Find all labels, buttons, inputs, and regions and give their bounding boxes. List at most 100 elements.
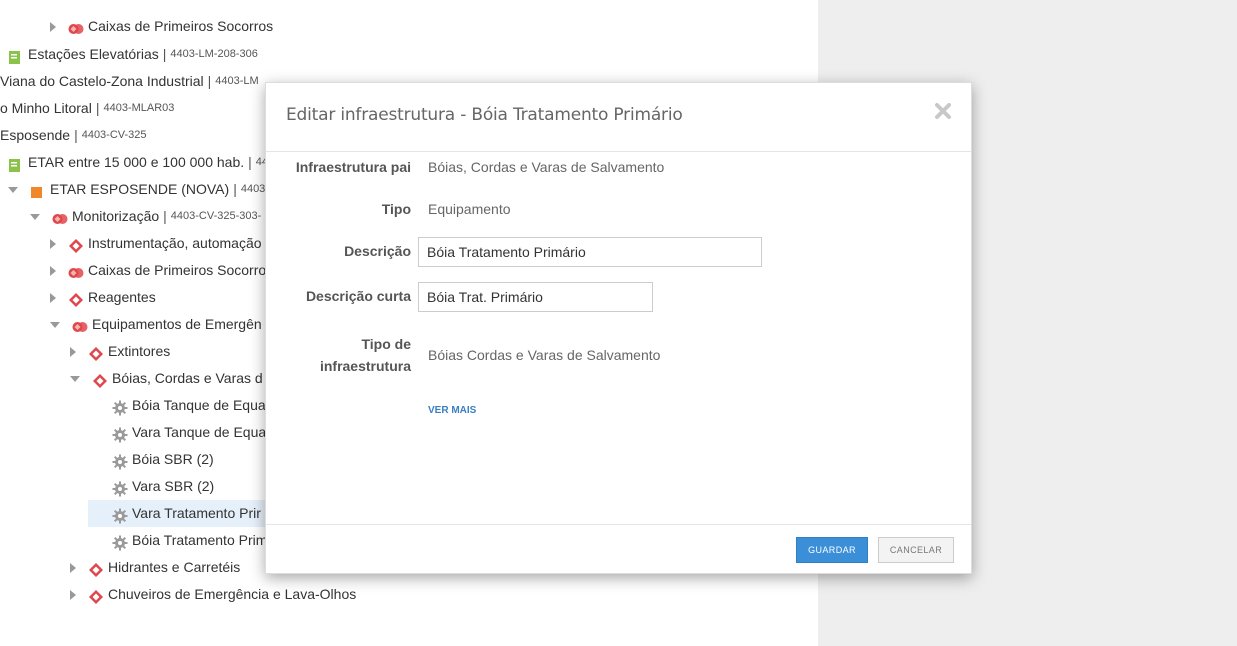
- parent-value: Bóias, Cordas e Varas de Salvamento: [428, 159, 665, 175]
- gear-icon: [112, 398, 128, 415]
- short-description-input[interactable]: [418, 282, 653, 312]
- caret-right-icon[interactable]: [50, 265, 56, 276]
- tree-row[interactable]: Bóia SBR (2): [112, 446, 214, 473]
- tree-row[interactable]: Vara Tanque de Equa: [112, 419, 266, 446]
- tree-row-label: Esposende: [0, 127, 71, 143]
- caret-down-icon[interactable]: [70, 375, 80, 382]
- tree-row-label: ETAR entre 15 000 e 100 000 hab.: [28, 154, 245, 170]
- tree-row[interactable]: Instrumentação, automação: [50, 230, 262, 257]
- type-value: Equipamento: [428, 201, 511, 217]
- facility-orange-icon: [30, 182, 46, 198]
- tree-row-label: ETAR ESPOSENDE (NOVA): [50, 181, 230, 197]
- gear-icon: [112, 506, 128, 523]
- tree-row-label: Reagentes: [88, 289, 156, 305]
- tree-row-code: 4403-MLAR03: [103, 102, 175, 114]
- dialog-footer: GUARDAR CANCELAR: [266, 524, 971, 573]
- tree-row-code: 4403-LM-208-306: [170, 48, 258, 60]
- equipment-group-icon: [68, 263, 84, 279]
- gear-icon: [112, 425, 128, 442]
- tree-row[interactable]: Caixas de Primeiros Socorro: [50, 257, 266, 284]
- tree-row-label: Caixas de Primeiros Socorros: [88, 18, 274, 34]
- tree-row[interactable]: Viana do Castelo-Zona Industrial | 4403-LM: [0, 68, 259, 95]
- infra-type-value: Bóias Cordas e Varas de Salvamento: [428, 347, 661, 363]
- description-label: Descrição: [344, 243, 411, 259]
- gear-icon: [112, 452, 128, 469]
- caret-down-icon[interactable]: [50, 321, 60, 328]
- separator: |: [74, 127, 78, 143]
- equipment-group-icon: [68, 19, 84, 35]
- type-label: Tipo: [381, 201, 411, 217]
- gear-icon: [112, 479, 128, 496]
- tree-row[interactable]: Estações Elevatórias | 4403-LM-208-306: [8, 41, 258, 68]
- separator: |: [163, 208, 167, 224]
- dialog-header: Editar infraestrutura - Bóia Tratamento …: [266, 83, 971, 152]
- tree-row-label: Estações Elevatórias: [28, 46, 159, 62]
- separator: |: [95, 100, 100, 116]
- tree-row[interactable]: Bóia Tanque de Equa: [112, 392, 266, 419]
- separator: |: [233, 181, 237, 197]
- tree-row-label: Equipamentos de Emergên: [92, 316, 262, 332]
- caret-right-icon[interactable]: [50, 238, 56, 249]
- tree-row-code: 4403-LM: [215, 75, 259, 87]
- tree-row-label: Bóias, Cordas e Varas d: [112, 370, 263, 386]
- tree-row[interactable]: Bóias, Cordas e Varas d: [70, 365, 263, 392]
- caret-right-icon[interactable]: [70, 346, 76, 357]
- cancel-button[interactable]: CANCELAR: [878, 537, 954, 563]
- tree-row-label: Bóia Tanque de Equa: [132, 397, 266, 413]
- folder-green-icon: [8, 47, 24, 64]
- caret-right-icon[interactable]: [70, 562, 76, 573]
- tree-row-label: Caixas de Primeiros Socorro: [88, 262, 267, 278]
- tree-row[interactable]: ETAR entre 15 000 e 100 000 hab. | 44: [8, 149, 268, 176]
- tree-row[interactable]: Bóia Tratamento Primário: [112, 527, 291, 554]
- tree-row-code: 4403-CV-325: [81, 129, 147, 141]
- tree-row[interactable]: Vara Tratamento Prir: [88, 500, 292, 527]
- tree-row-label: Extintores: [108, 343, 171, 359]
- tree-row-label: Hidrantes e Carretéis: [108, 559, 241, 575]
- separator: |: [248, 154, 252, 170]
- tree-row[interactable]: Chuveiros de Emergência e Lava-Olhos: [70, 581, 356, 608]
- equipment-icon: [88, 344, 104, 361]
- description-input[interactable]: [418, 237, 762, 267]
- tree-row[interactable]: o Minho Litoral | 4403-MLAR03: [0, 95, 174, 122]
- dialog-title: Editar infraestrutura - Bóia Tratamento …: [286, 105, 683, 125]
- infra-type-label-line1: Tipo de: [361, 336, 411, 352]
- parent-label: Infraestrutura pai: [295, 159, 411, 175]
- equipment-group-icon: [72, 317, 88, 333]
- infra-type-label-line2: infraestrutura: [319, 358, 411, 374]
- caret-right-icon[interactable]: [50, 21, 56, 32]
- equipment-icon: [92, 371, 108, 388]
- gear-icon: [112, 533, 128, 550]
- tree-row-label: Bóia SBR (2): [132, 451, 214, 467]
- tree-row[interactable]: Equipamentos de Emergên: [50, 311, 262, 338]
- tree-row[interactable]: Caixas de Primeiros Socorros: [50, 13, 273, 40]
- tree-row[interactable]: Extintores: [70, 338, 170, 365]
- tree-row[interactable]: Vara SBR (2): [112, 473, 214, 500]
- tree-row[interactable]: Esposende | 4403-CV-325: [0, 122, 147, 149]
- tree-row-label: Vara SBR (2): [132, 478, 215, 494]
- folder-green-icon: [8, 155, 24, 172]
- infra-type-label: Tipo de infraestrutura: [261, 333, 411, 377]
- tree-row-code: 4403-CV-325-303-: [170, 210, 262, 222]
- tree-row[interactable]: ETAR ESPOSENDE (NOVA) | 4403: [8, 176, 265, 203]
- equipment-icon: [88, 560, 104, 577]
- tree-row-label: Viana do Castelo-Zona Industrial: [0, 73, 204, 89]
- caret-down-icon[interactable]: [8, 186, 18, 193]
- equipment-icon: [68, 236, 84, 253]
- tree-row-label: Instrumentação, automação: [88, 235, 262, 251]
- ver-mais-link[interactable]: VER MAIS: [428, 405, 476, 416]
- tree-row[interactable]: Reagentes: [50, 284, 156, 311]
- tree-row-label: Chuveiros de Emergência e Lava-Olhos: [108, 586, 357, 602]
- close-icon[interactable]: [933, 101, 953, 121]
- tree-row[interactable]: Monitorização | 4403-CV-325-303-: [30, 203, 261, 230]
- caret-right-icon[interactable]: [50, 292, 56, 303]
- caret-down-icon[interactable]: [30, 213, 40, 220]
- equipment-group-icon: [52, 209, 68, 225]
- caret-right-icon[interactable]: [70, 589, 76, 600]
- tree-row-label: Vara Tanque de Equa: [132, 424, 267, 440]
- short-description-label: Descrição curta: [305, 288, 411, 304]
- tree-row-label: Vara Tratamento Prir: [132, 505, 261, 521]
- tree-row-label: o Minho Litoral: [0, 100, 92, 116]
- save-button[interactable]: GUARDAR: [796, 537, 868, 563]
- equipment-icon: [88, 587, 104, 604]
- tree-row[interactable]: Hidrantes e Carretéis: [70, 554, 240, 581]
